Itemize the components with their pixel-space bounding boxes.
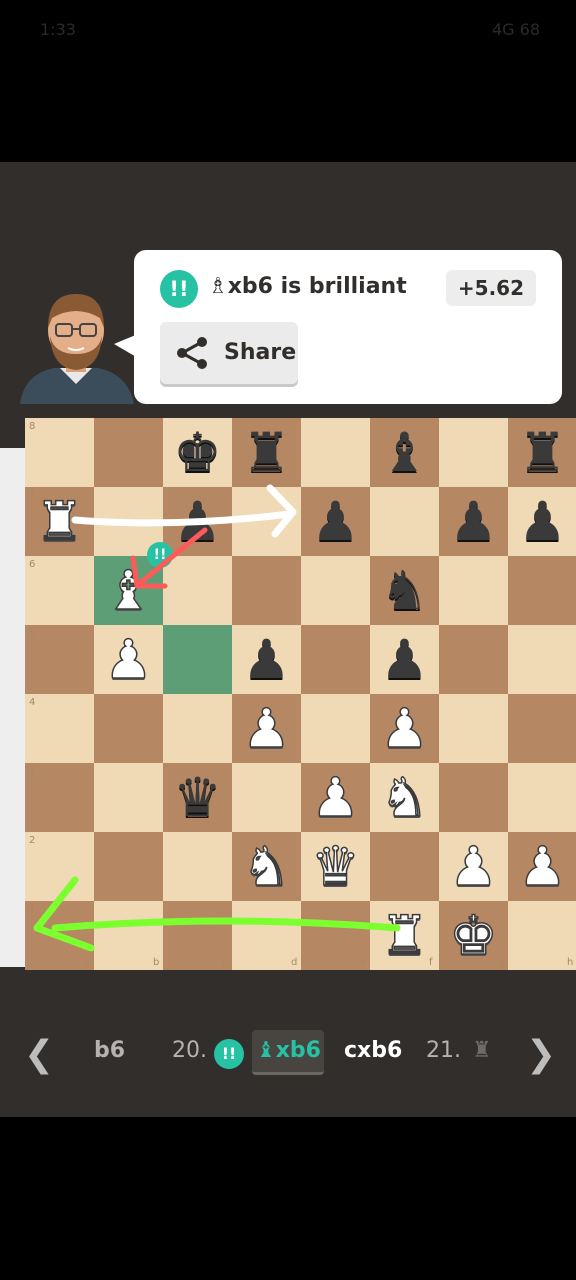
square-h4[interactable] <box>508 694 576 763</box>
rank-label: 3 <box>29 766 36 777</box>
black-pawn-icon[interactable]: ♟ <box>232 625 301 694</box>
square-g6[interactable] <box>439 556 508 625</box>
black-rook-icon[interactable]: ♜ <box>232 418 301 487</box>
previous-move-icon[interactable]: ❮ <box>24 1034 54 1075</box>
white-pawn-icon[interactable]: ♟ <box>232 694 301 763</box>
white-bishop-icon[interactable]: ♝ <box>94 556 163 625</box>
square-b8[interactable] <box>94 418 163 487</box>
rank-label: 4 <box>29 697 36 708</box>
square-c6[interactable] <box>163 556 232 625</box>
square-f2[interactable] <box>370 832 439 901</box>
eval-bar-top <box>0 418 25 448</box>
file-label: c <box>222 957 228 968</box>
brilliant-mini-icon: !! <box>214 1039 244 1069</box>
file-label: e <box>360 957 367 968</box>
square-g3[interactable] <box>439 763 508 832</box>
chess-board[interactable]: 8 7 6 5 4 3 2 1 a b c d e f g h ♚ ♜ ♝ ♜ ♜ ♟ ♟ ♟ ♟ ♝ ♞ ♟ ♟ ♟ ♟ ♟ ♛ ♟ ♞ ♞ ♛ ♟ ♟ ♜… <box>25 418 576 970</box>
square-b4[interactable] <box>94 694 163 763</box>
move-list: ❮ b6 20. !! ♝xb6 cxb6 21. ♜ ❯ <box>0 1026 576 1082</box>
white-pawn-icon[interactable]: ♟ <box>439 832 508 901</box>
game-review-screen: !! ♗xb6 is brilliant +5.62 Share 8765432… <box>0 162 576 1117</box>
square-b3[interactable] <box>94 763 163 832</box>
square-d6[interactable] <box>232 556 301 625</box>
move-classification-text: ♗xb6 is brilliant <box>208 274 407 299</box>
evaluation-badge: +5.62 <box>445 270 536 306</box>
share-icon <box>177 337 207 369</box>
move-prev[interactable]: b6 <box>94 1038 125 1063</box>
white-rook-icon[interactable]: ♜ <box>25 487 94 556</box>
eval-bar <box>0 448 25 967</box>
rook-icon: ♜ <box>472 1038 492 1063</box>
status-bar: 1:33 4G 68 <box>0 0 576 60</box>
black-rook-icon[interactable]: ♜ <box>508 418 576 487</box>
file-label: a <box>84 957 91 968</box>
rank-label: 5 <box>29 628 36 639</box>
file-label: b <box>153 957 160 968</box>
share-label: Share <box>224 340 297 365</box>
square-c2[interactable] <box>163 832 232 901</box>
white-pawn-icon[interactable]: ♟ <box>370 694 439 763</box>
classification-label: xb6 is brilliant <box>227 274 407 299</box>
white-queen-icon[interactable]: ♛ <box>301 832 370 901</box>
white-rook-icon[interactable]: ♜ <box>370 901 439 970</box>
square-g8[interactable] <box>439 418 508 487</box>
white-knight-icon[interactable]: ♞ <box>232 832 301 901</box>
coach-speech-bubble: !! ♗xb6 is brilliant +5.62 Share <box>134 250 562 404</box>
black-knight-icon[interactable]: ♞ <box>370 556 439 625</box>
white-pawn-icon[interactable]: ♟ <box>94 625 163 694</box>
square-g5[interactable] <box>439 625 508 694</box>
white-king-icon[interactable]: ♚ <box>439 901 508 970</box>
move-reply[interactable]: cxb6 <box>344 1038 402 1063</box>
rank-label: 8 <box>29 421 36 432</box>
black-pawn-icon[interactable]: ♟ <box>301 487 370 556</box>
coach-area: !! ♗xb6 is brilliant +5.62 Share <box>0 162 576 418</box>
status-time: 1:33 <box>40 20 76 39</box>
brilliant-badge-icon: !! <box>160 270 198 308</box>
black-pawn-icon[interactable]: ♟ <box>163 487 232 556</box>
black-pawn-icon[interactable]: ♟ <box>439 487 508 556</box>
rank-label: 1 <box>29 904 36 915</box>
status-indicators: 4G 68 <box>491 20 540 39</box>
square-g4[interactable] <box>439 694 508 763</box>
current-move[interactable]: ♝xb6 <box>256 1038 321 1063</box>
square-c4[interactable] <box>163 694 232 763</box>
current-move-text: xb6 <box>275 1038 321 1063</box>
rank-label: 2 <box>29 835 36 846</box>
move-number-20: 20. <box>172 1038 207 1063</box>
square-e5[interactable] <box>301 625 370 694</box>
square-h6[interactable] <box>508 556 576 625</box>
black-pawn-icon[interactable]: ♟ <box>508 487 576 556</box>
brilliant-square-icon: !! <box>147 542 173 568</box>
file-label: h <box>567 957 574 968</box>
square-h5[interactable] <box>508 625 576 694</box>
square-e4[interactable] <box>301 694 370 763</box>
share-button[interactable]: Share <box>160 322 298 384</box>
black-bishop-icon[interactable]: ♝ <box>370 418 439 487</box>
square-c5[interactable] <box>163 625 232 694</box>
move-number-21: 21. <box>426 1038 461 1063</box>
white-pawn-icon[interactable]: ♟ <box>508 832 576 901</box>
file-label: d <box>291 957 298 968</box>
square-e6[interactable] <box>301 556 370 625</box>
square-d7[interactable] <box>232 487 301 556</box>
white-knight-icon[interactable]: ♞ <box>370 763 439 832</box>
square-h3[interactable] <box>508 763 576 832</box>
bishop-icon: ♗ <box>208 274 228 299</box>
black-queen-icon[interactable]: ♛ <box>163 763 232 832</box>
square-d3[interactable] <box>232 763 301 832</box>
bishop-icon: ♝ <box>256 1038 276 1063</box>
black-king-icon[interactable]: ♚ <box>163 418 232 487</box>
white-pawn-icon[interactable]: ♟ <box>301 763 370 832</box>
square-h1[interactable] <box>508 901 576 970</box>
square-f7[interactable] <box>370 487 439 556</box>
black-pawn-icon[interactable]: ♟ <box>370 625 439 694</box>
square-b2[interactable] <box>94 832 163 901</box>
rank-label: 6 <box>29 559 36 570</box>
next-move-icon[interactable]: ❯ <box>526 1034 556 1075</box>
square-e8[interactable] <box>301 418 370 487</box>
